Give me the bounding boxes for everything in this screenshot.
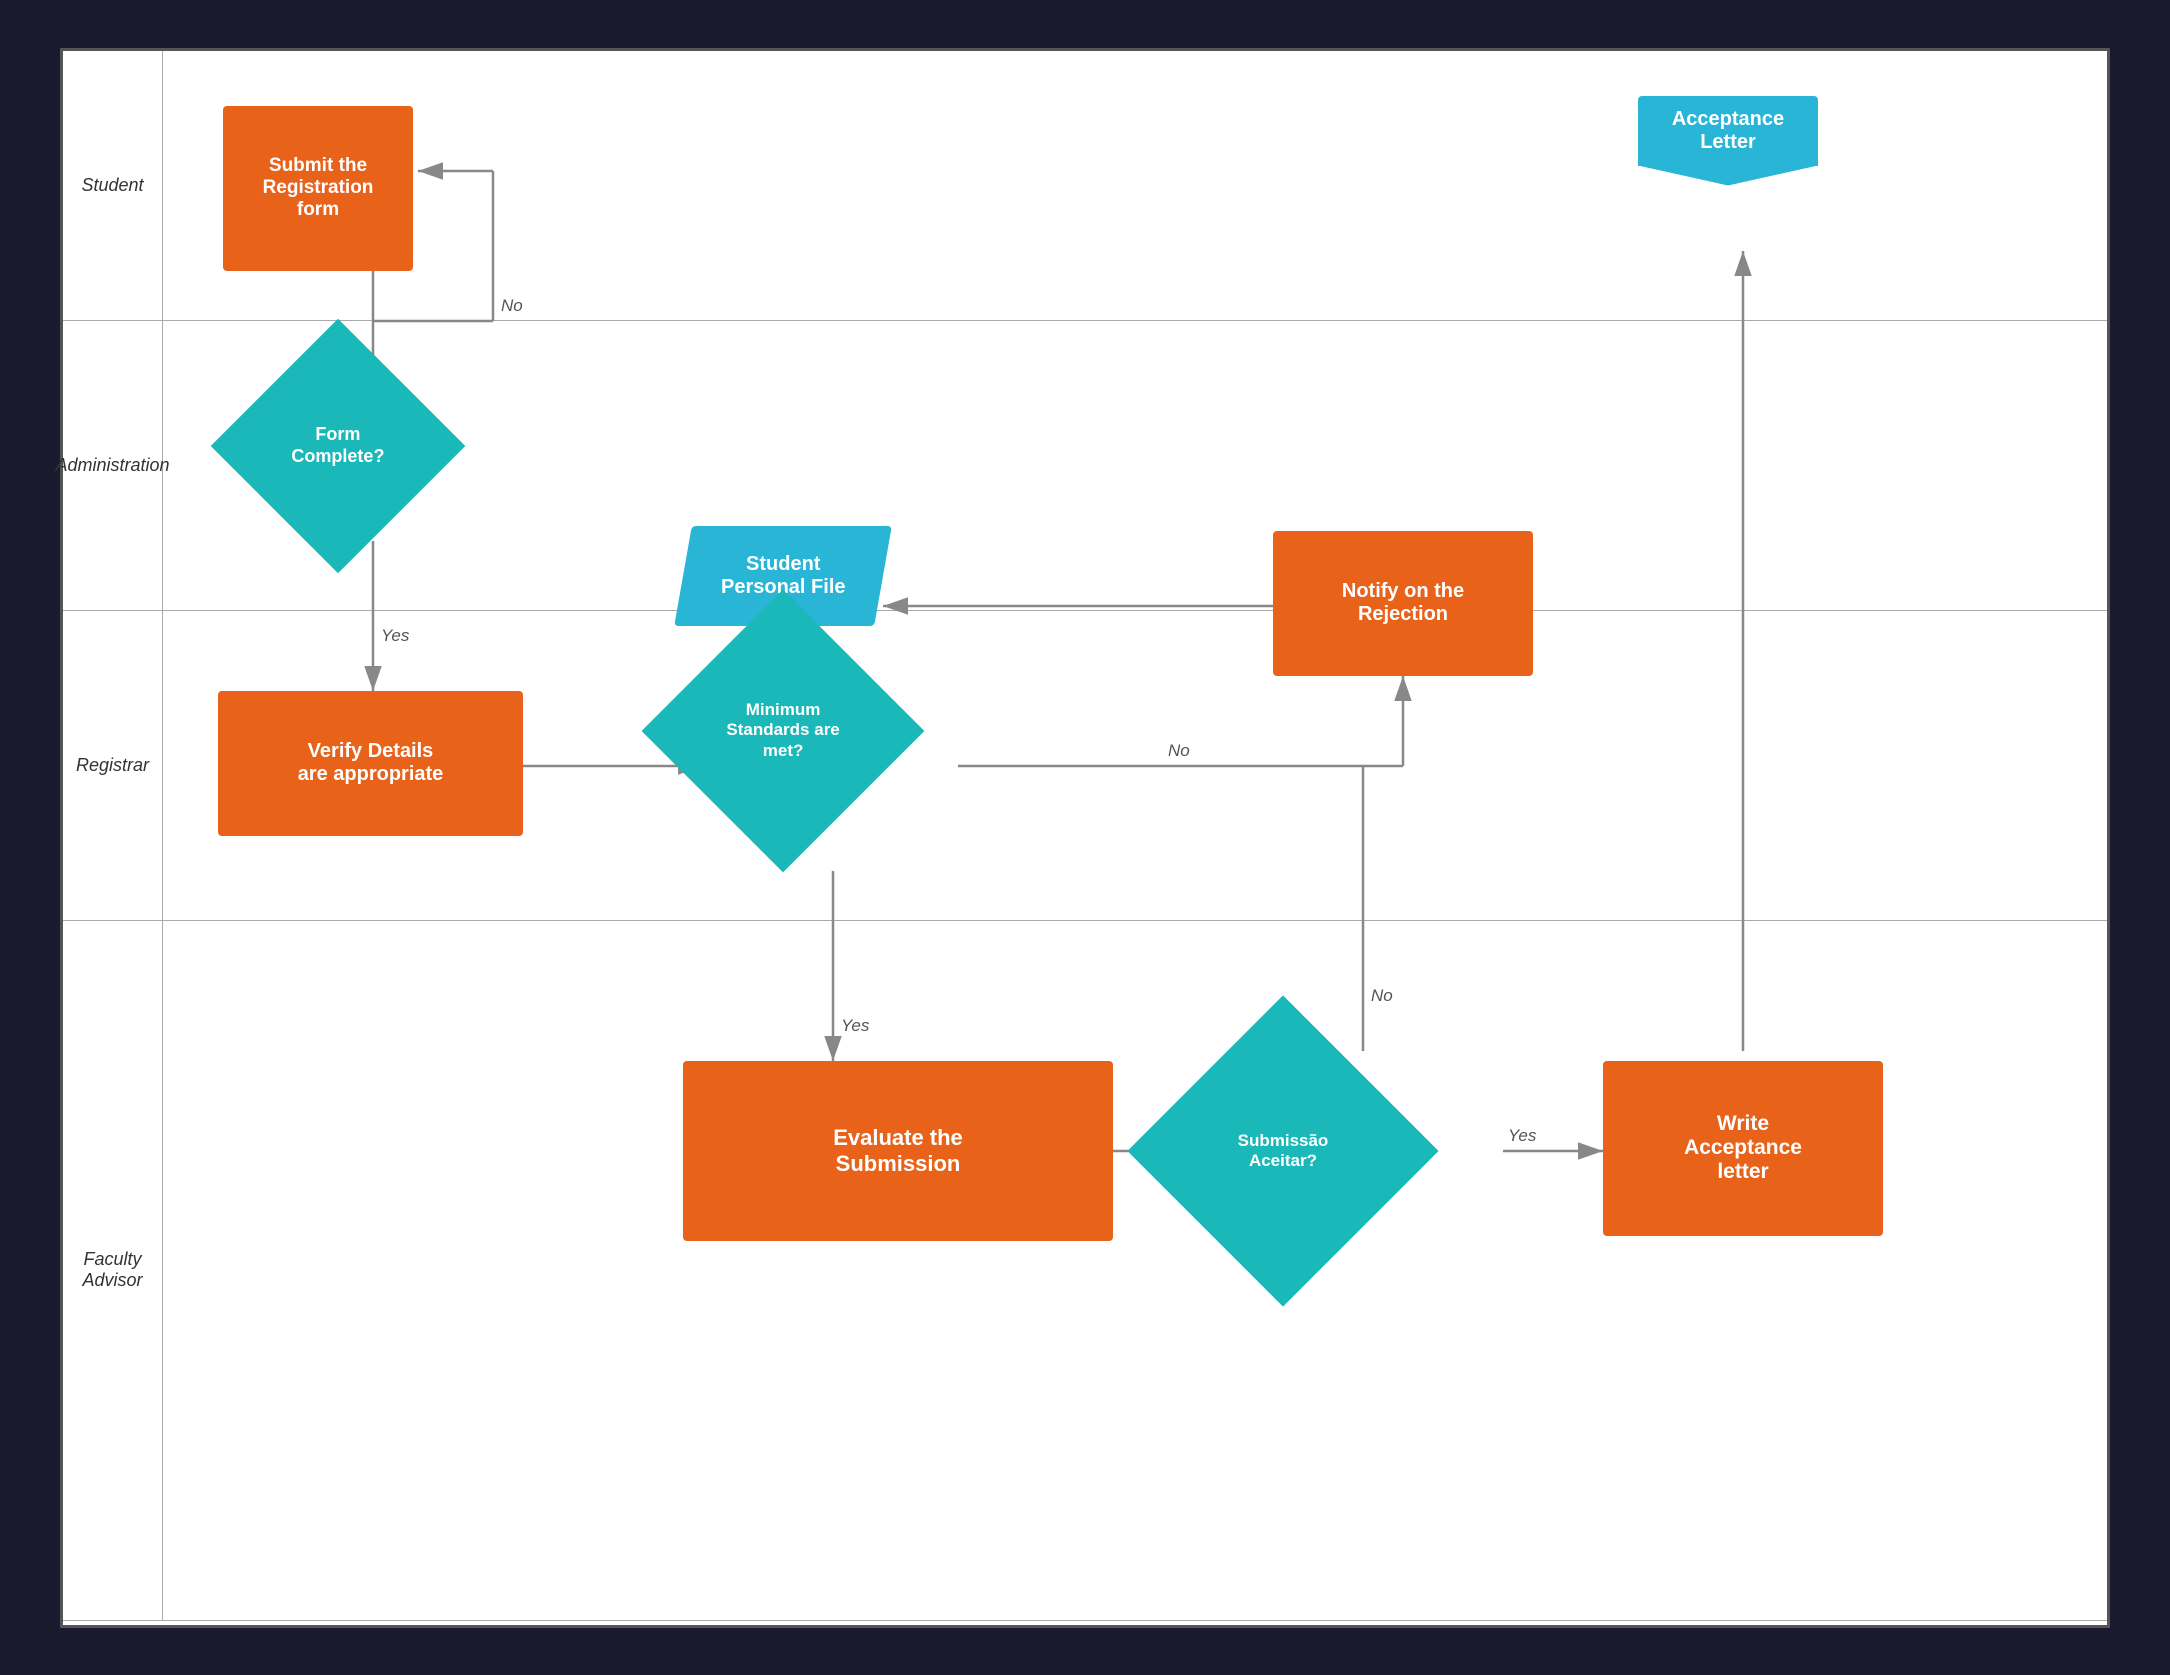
submissao-aceitar-shape: Submissão Aceitar? [1173,1041,1393,1261]
evaluate-submission-shape: Evaluate the Submission [683,1061,1113,1241]
diagram-container: Student Administration Registrar Faculty… [60,48,2110,1628]
minimum-standards-shape: Minimum Standards are met? [683,631,883,831]
acceptance-letter-shape: Acceptance Letter [1638,96,1818,166]
verify-details-shape: Verify Details are appropriate [218,691,523,836]
write-acceptance-shape: Write Acceptance letter [1603,1061,1883,1236]
lane-label-student: Student [63,51,163,320]
form-complete-shape: Form Complete? [248,356,428,536]
lane-label-faculty: Faculty Advisor [63,921,163,1620]
lane-label-registrar: Registrar [63,611,163,920]
submit-form-shape: Submit the Registration form [223,106,413,271]
notify-rejection-shape: Notify on the Rejection [1273,531,1533,676]
lane-faculty: Faculty Advisor [63,921,2107,1621]
lane-label-admin: Administration [63,321,163,610]
